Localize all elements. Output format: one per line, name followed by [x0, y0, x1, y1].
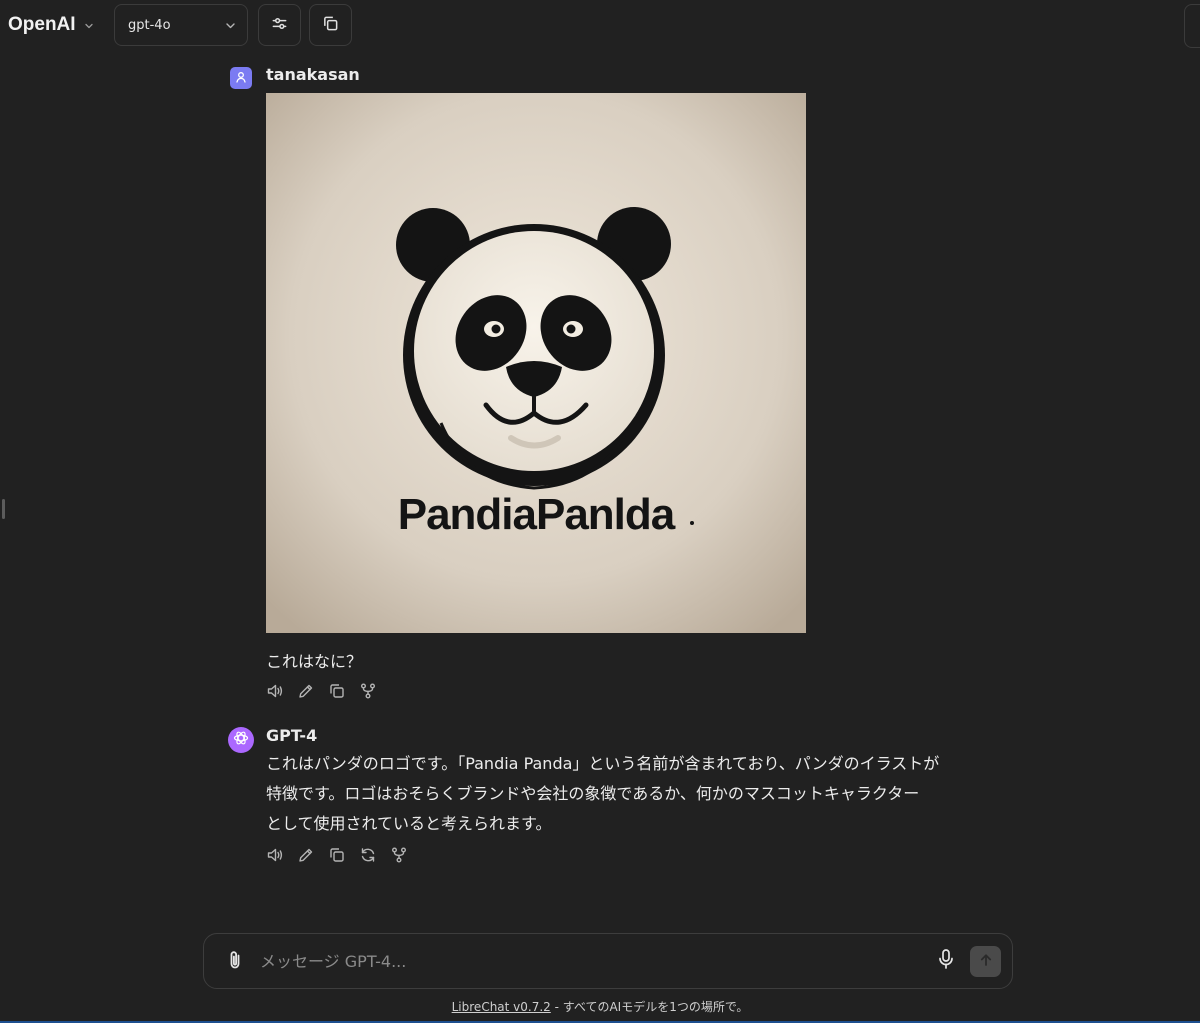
- svg-text:PandiaPanlda: PandiaPanlda: [398, 490, 676, 539]
- copy-message-button[interactable]: [328, 848, 346, 866]
- speaker-icon: [266, 682, 284, 704]
- read-aloud-button[interactable]: [266, 848, 284, 866]
- read-aloud-button[interactable]: [266, 684, 284, 702]
- fork-conversation-button[interactable]: [359, 682, 377, 704]
- assistant-text-line: として使用されていると考えられます。: [266, 814, 552, 833]
- regenerate-icon: [359, 846, 377, 868]
- assistant-avatar: [228, 727, 254, 753]
- message-composer: [203, 933, 1013, 989]
- assistant-message-actions: [266, 846, 408, 868]
- assistant-text-line: 特徴です。ロゴはおそらくブランドや会社の象徴であるか、何かのマスコットキャラクタ…: [266, 784, 920, 803]
- chevron-down-icon: [84, 16, 94, 35]
- chevron-down-icon: [225, 16, 236, 35]
- user-avatar: [230, 67, 252, 89]
- copy-message-button[interactable]: [328, 684, 346, 702]
- fork-conversation-button[interactable]: [390, 846, 408, 868]
- footer-tagline: - すべてのAIモデルを1つの場所で。: [550, 1000, 749, 1014]
- user-message-text: これはなに？: [266, 652, 363, 671]
- footer: LibreChat v0.7.2 - すべてのAIモデルを1つの場所で。: [0, 998, 1200, 1015]
- sidebar-resize-handle[interactable]: [2, 499, 5, 519]
- model-selector[interactable]: gpt-4o: [114, 4, 248, 46]
- edit-message-button[interactable]: [297, 684, 315, 702]
- fork-icon: [359, 682, 377, 704]
- sliders-icon: [271, 15, 288, 36]
- message-sender: GPT-4: [266, 726, 318, 745]
- model-label: gpt-4o: [128, 17, 171, 33]
- regenerate-button[interactable]: [359, 848, 377, 866]
- user-message-actions: [266, 682, 377, 704]
- copy-icon: [328, 846, 346, 868]
- user-icon: [234, 69, 248, 88]
- endpoint-selector[interactable]: OpenAI: [8, 12, 94, 38]
- edit-icon: [297, 682, 315, 704]
- fork-icon: [390, 846, 408, 868]
- message-sender: tanakasan: [266, 65, 360, 84]
- edit-message-button[interactable]: [297, 848, 315, 866]
- assistant-message-text: これはパンダのロゴです。「Pandia Panda」という名前が含まれており、パ…: [266, 749, 986, 839]
- assistant-text-line: これはパンダのロゴです。「Pandia Panda」という名前が含まれており、パ…: [266, 754, 940, 773]
- paperclip-icon: [224, 949, 246, 975]
- parameters-button[interactable]: [258, 4, 301, 46]
- speaker-icon: [266, 846, 284, 868]
- attach-file-button[interactable]: [222, 949, 248, 975]
- voice-input-button[interactable]: [934, 948, 958, 974]
- send-button[interactable]: [970, 946, 1001, 977]
- copy-icon: [328, 682, 346, 704]
- openai-logo-icon: [232, 729, 250, 751]
- librechat-version-link[interactable]: LibreChat v0.7.2: [452, 1000, 551, 1014]
- duplicate-conversation-button[interactable]: [309, 4, 352, 46]
- attached-panda-logo-image[interactable]: PandiaPanlda: [266, 93, 806, 633]
- microphone-icon: [936, 948, 956, 974]
- endpoint-label: OpenAI: [8, 14, 76, 35]
- arrow-up-icon: [978, 952, 994, 972]
- copy-icon: [322, 15, 339, 36]
- edit-icon: [297, 846, 315, 868]
- panel-toggle-button[interactable]: [1184, 4, 1200, 48]
- message-input[interactable]: [260, 944, 920, 978]
